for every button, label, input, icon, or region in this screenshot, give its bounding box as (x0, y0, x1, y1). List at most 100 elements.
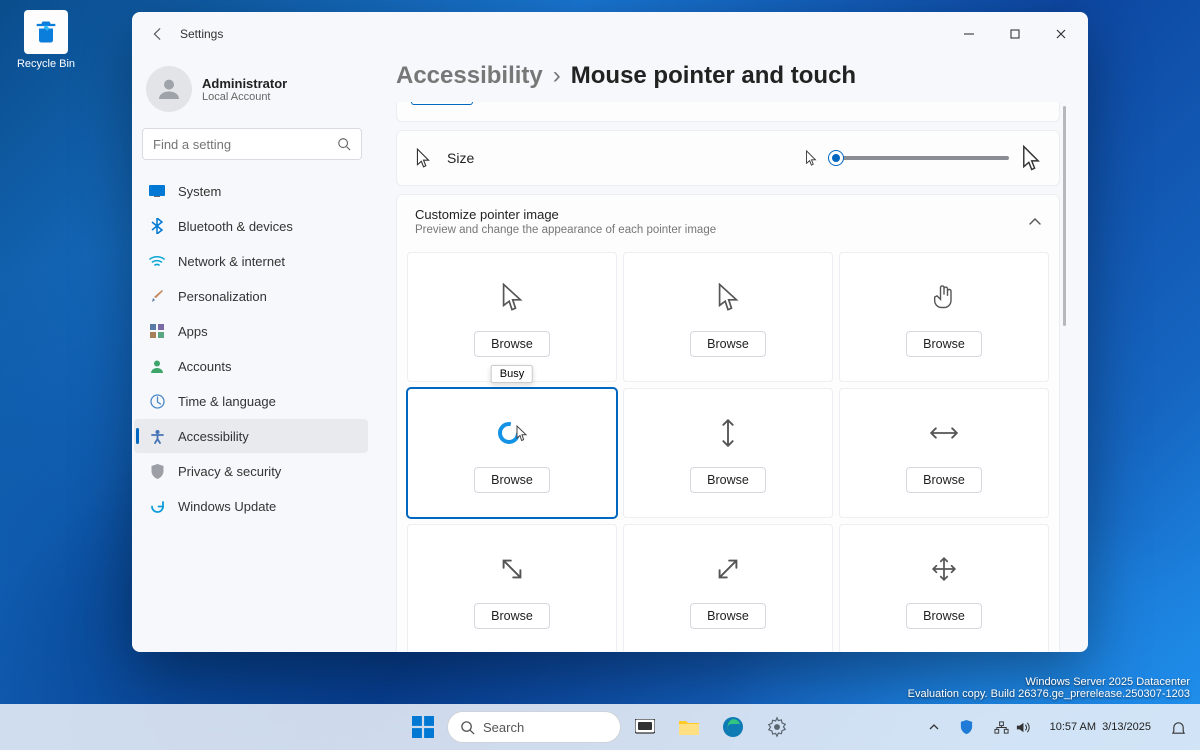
nav-time-language[interactable]: Time & language (134, 384, 368, 418)
sidebar: Administrator Local Account System Bluet… (132, 56, 380, 652)
accessibility-icon (148, 427, 166, 445)
browse-button[interactable]: Browse (906, 603, 982, 629)
pointer-tile[interactable]: Browse (839, 524, 1049, 652)
pointer-tile[interactable]: Browse (623, 524, 833, 652)
settings-window: Settings Administrator Local Account (132, 12, 1088, 652)
browse-button[interactable]: Browse (474, 467, 550, 493)
pointer-preview-icon (497, 413, 527, 453)
cursor-small-icon (805, 150, 817, 166)
nav-label: Time & language (178, 394, 276, 409)
pointer-tile[interactable]: Browse (839, 388, 1049, 518)
account-name: Administrator (202, 76, 287, 91)
breadcrumb-sep: › (553, 62, 561, 90)
nav-bluetooth[interactable]: Bluetooth & devices (134, 209, 368, 243)
slider-thumb[interactable] (829, 151, 843, 165)
edge-button[interactable] (713, 707, 753, 747)
account-block[interactable]: Administrator Local Account (132, 56, 372, 126)
nav-label: Accounts (178, 359, 231, 374)
nav-label: Privacy & security (178, 464, 281, 479)
tray-notifications[interactable] (1165, 716, 1192, 739)
browse-button[interactable]: Browse (906, 467, 982, 493)
update-icon (148, 497, 166, 515)
shield-icon (148, 462, 166, 480)
nav-label: Accessibility (178, 429, 249, 444)
bluetooth-icon (148, 217, 166, 235)
breadcrumb-parent[interactable]: Accessibility (396, 62, 543, 90)
nav-personalization[interactable]: Personalization (134, 279, 368, 313)
watermark-line1: Windows Server 2025 Datacenter (908, 676, 1190, 688)
browse-button[interactable]: Browse (690, 467, 766, 493)
close-button[interactable] (1038, 18, 1084, 50)
pointer-tile[interactable]: Browse (623, 388, 833, 518)
search-input[interactable] (153, 137, 337, 152)
system-tray: 10:57 AM 3/13/2025 (923, 716, 1192, 739)
wifi-icon (148, 252, 166, 270)
pointer-style-card-edge (396, 102, 1060, 122)
customize-header[interactable]: Customize pointer image Preview and chan… (397, 195, 1059, 246)
breadcrumb: Accessibility › Mouse pointer and touch (396, 56, 1066, 102)
size-card: Size (396, 130, 1060, 186)
nav-network[interactable]: Network & internet (134, 244, 368, 278)
size-label: Size (447, 150, 474, 166)
pointer-preview-icon (717, 277, 739, 317)
nav-label: Bluetooth & devices (178, 219, 293, 234)
tray-date: 3/13/2025 (1102, 721, 1151, 734)
pointer-tile[interactable]: Browse (839, 252, 1049, 382)
titlebar: Settings (132, 12, 1088, 56)
taskbar-search[interactable]: Search (447, 711, 621, 743)
desktop-recycle-bin[interactable]: Recycle Bin (12, 10, 80, 70)
search-icon (460, 720, 475, 735)
nav-label: Windows Update (178, 499, 276, 514)
maximize-button[interactable] (992, 18, 1038, 50)
file-explorer-button[interactable] (669, 707, 709, 747)
nav-privacy[interactable]: Privacy & security (134, 454, 368, 488)
settings-taskbar-button[interactable] (757, 707, 797, 747)
tray-chevron[interactable] (923, 719, 945, 735)
tray-time: 10:57 AM (1050, 721, 1096, 734)
content-scroll[interactable]: Size Customize pointer image (396, 102, 1066, 652)
tray-network-volume[interactable] (988, 716, 1036, 739)
chevron-up-icon (1029, 218, 1041, 226)
minimize-button[interactable] (946, 18, 992, 50)
main-content: Accessibility › Mouse pointer and touch … (380, 56, 1088, 652)
back-button[interactable] (144, 20, 172, 48)
pointer-tile[interactable]: BusyBrowse (407, 388, 617, 518)
nav-accounts[interactable]: Accounts (134, 349, 368, 383)
pointer-tile[interactable]: Browse (623, 252, 833, 382)
apps-icon (148, 322, 166, 340)
pointer-preview-icon (930, 413, 958, 453)
size-slider[interactable] (829, 156, 1009, 160)
avatar-icon (146, 66, 192, 112)
scrollbar[interactable] (1062, 106, 1066, 648)
pointer-preview-icon (501, 277, 523, 317)
nav-system[interactable]: System (134, 174, 368, 208)
cursor-icon (415, 148, 431, 168)
pointer-tile[interactable]: Browse (407, 252, 617, 382)
volume-icon (1015, 720, 1030, 735)
page-title: Mouse pointer and touch (571, 62, 856, 90)
tray-clock[interactable]: 10:57 AM 3/13/2025 (1044, 717, 1157, 738)
nav-windows-update[interactable]: Windows Update (134, 489, 368, 523)
nav-list: System Bluetooth & devices Network & int… (132, 174, 372, 523)
taskbar-search-placeholder: Search (483, 720, 524, 735)
nav-apps[interactable]: Apps (134, 314, 368, 348)
tray-security-icon[interactable] (953, 716, 980, 739)
watermark-line2: Evaluation copy. Build 26376.ge_prerelea… (908, 688, 1190, 700)
window-title: Settings (180, 27, 223, 41)
browse-button[interactable]: Browse (906, 331, 982, 357)
network-icon (994, 720, 1009, 735)
pointer-tile[interactable]: Browse (407, 524, 617, 652)
browse-button[interactable]: Browse (474, 603, 550, 629)
browse-button[interactable]: Browse (690, 603, 766, 629)
recycle-bin-label: Recycle Bin (12, 58, 80, 70)
system-icon (148, 182, 166, 200)
nav-accessibility[interactable]: Accessibility (134, 419, 368, 453)
search-box[interactable] (142, 128, 362, 160)
browse-button[interactable]: Browse (690, 331, 766, 357)
nav-label: System (178, 184, 221, 199)
start-button[interactable] (403, 707, 443, 747)
watermark: Windows Server 2025 Datacenter Evaluatio… (908, 676, 1190, 700)
browse-button[interactable]: Browse (474, 331, 550, 357)
task-view-button[interactable] (625, 707, 665, 747)
scrollbar-thumb[interactable] (1063, 106, 1066, 326)
